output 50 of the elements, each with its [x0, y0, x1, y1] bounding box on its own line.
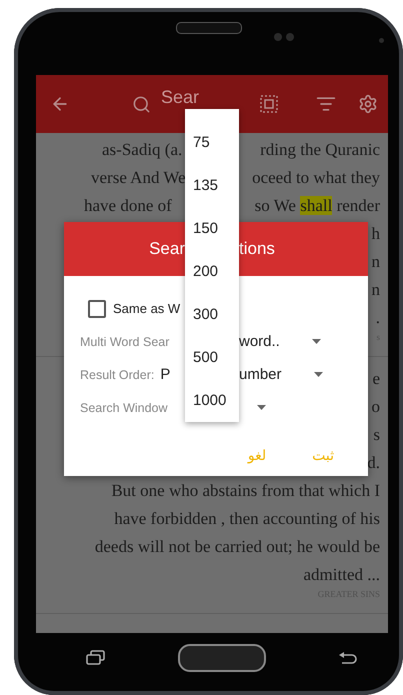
camera-dot: [379, 38, 384, 43]
body-text: But one who abstains from that which I: [111, 481, 380, 501]
body-text: o: [372, 397, 380, 417]
select-area-icon[interactable]: [260, 95, 278, 113]
dropdown-value[interactable]: umber: [239, 366, 282, 383]
speaker-grill: [176, 22, 242, 34]
dropdown-option[interactable]: 75: [185, 121, 239, 164]
body-text: h: [372, 224, 380, 244]
search-field[interactable]: Sear: [161, 88, 200, 106]
body-text: have done of: [84, 196, 172, 216]
dropdown-caret-icon[interactable]: [257, 405, 266, 410]
body-text: verse And We: [91, 168, 186, 188]
recent-apps-icon[interactable]: [86, 650, 106, 666]
checkbox[interactable]: [88, 300, 106, 318]
dropdown-caret-icon[interactable]: [312, 339, 321, 344]
body-text: so We shall render: [254, 196, 380, 216]
settings-icon[interactable]: [358, 94, 378, 114]
field-label: Result Order:: [80, 368, 154, 382]
dropdown-option[interactable]: 1000: [185, 379, 239, 422]
dropdown-value[interactable]: word..: [239, 333, 280, 350]
field-label: Multi Word Sear: [80, 334, 170, 348]
body-text: e: [372, 369, 380, 389]
dialog-title: tions: [239, 239, 275, 259]
body-text: deeds will not be carried out; he would be: [94, 537, 380, 557]
body-text: d.: [367, 453, 380, 473]
body-text: s: [373, 425, 380, 445]
body-text: .: [376, 308, 380, 328]
home-button[interactable]: [178, 644, 266, 672]
body-text: n: [372, 252, 380, 272]
back-icon[interactable]: [338, 651, 358, 665]
body-text: n: [372, 280, 380, 300]
checkbox-label: Same as W: [113, 301, 180, 316]
body-text: as-Sadiq (a.: [102, 140, 182, 160]
dropdown-option[interactable]: 500: [185, 336, 239, 379]
sensor-dot: [286, 33, 294, 41]
body-text: have forbidden , then accounting of his: [114, 509, 380, 529]
dialog-title: Sear: [149, 239, 185, 259]
body-text: admitted ...: [304, 565, 380, 585]
body-text: oceed to what they: [252, 168, 380, 188]
dropdown-option[interactable]: 135: [185, 164, 239, 207]
sensor-dot: [274, 33, 282, 41]
field-label: Search Window: [80, 400, 168, 414]
dropdown-option[interactable]: 200: [185, 250, 239, 293]
dropdown-value[interactable]: P: [160, 366, 170, 383]
dropdown-caret-icon[interactable]: [314, 372, 323, 377]
search-icon[interactable]: [132, 94, 151, 114]
highlighted-word: shall: [300, 196, 332, 215]
body-text: rding the Quranic: [260, 140, 380, 160]
dropdown-option[interactable]: 300: [185, 293, 239, 336]
dropdown-option[interactable]: 150: [185, 207, 239, 250]
